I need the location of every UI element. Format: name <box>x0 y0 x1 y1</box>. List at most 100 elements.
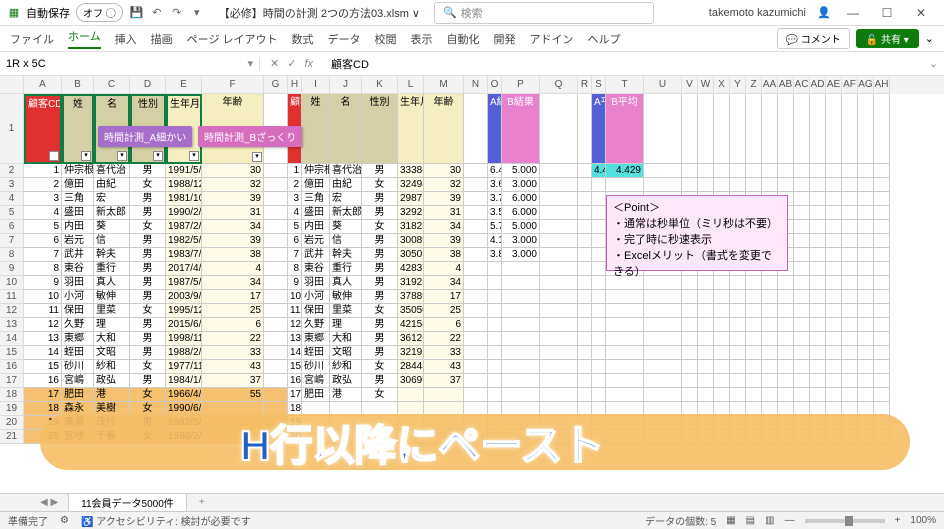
col-header[interactable]: AH <box>874 76 890 94</box>
data-cell[interactable] <box>858 234 874 248</box>
fx-icon[interactable]: fx <box>304 58 313 70</box>
data-cell[interactable]: 信 <box>94 234 130 248</box>
data-cell[interactable] <box>826 178 842 192</box>
data-cell[interactable] <box>810 290 826 304</box>
data-cell[interactable]: 31925 <box>398 276 424 290</box>
data-cell[interactable] <box>874 318 890 332</box>
data-cell[interactable]: 30 <box>202 164 264 178</box>
data-cell[interactable] <box>826 206 842 220</box>
data-cell[interactable] <box>874 192 890 206</box>
data-cell[interactable] <box>540 262 578 276</box>
col-header[interactable]: X <box>714 76 730 94</box>
data-cell[interactable] <box>578 290 592 304</box>
data-cell[interactable] <box>826 374 842 388</box>
data-cell[interactable]: 1 <box>24 164 62 178</box>
data-cell[interactable]: 32 <box>202 178 264 192</box>
data-cell[interactable] <box>592 332 606 346</box>
data-cell[interactable] <box>746 164 762 178</box>
data-cell[interactable] <box>682 388 698 402</box>
data-cell[interactable]: 男 <box>130 346 166 360</box>
data-cell[interactable] <box>698 318 714 332</box>
data-cell[interactable]: 東郷 <box>302 332 330 346</box>
data-cell[interactable]: 16 <box>24 374 62 388</box>
data-cell[interactable]: 34 <box>202 220 264 234</box>
data-cell[interactable] <box>578 360 592 374</box>
macro-button-b[interactable]: 時間計測_Bざっくり <box>198 126 302 147</box>
data-cell[interactable] <box>810 346 826 360</box>
data-cell[interactable] <box>264 164 288 178</box>
data-cell[interactable] <box>842 248 858 262</box>
data-cell[interactable]: 13 <box>24 332 62 346</box>
col-header[interactable]: O <box>488 76 502 94</box>
data-cell[interactable]: 37 <box>202 374 264 388</box>
data-cell[interactable]: 18 <box>24 402 62 416</box>
data-cell[interactable]: 6.000 <box>502 206 540 220</box>
data-cell[interactable] <box>842 220 858 234</box>
data-cell[interactable] <box>578 220 592 234</box>
data-cell[interactable] <box>592 360 606 374</box>
data-cell[interactable]: 6 <box>24 234 62 248</box>
data-cell[interactable] <box>810 178 826 192</box>
data-cell[interactable] <box>592 290 606 304</box>
col-header[interactable]: W <box>698 76 714 94</box>
data-cell[interactable]: 12 <box>288 318 302 332</box>
data-cell[interactable] <box>794 360 810 374</box>
data-cell[interactable] <box>464 206 488 220</box>
data-cell[interactable]: 男 <box>130 276 166 290</box>
data-cell[interactable]: 1990/2/17 <box>166 206 202 220</box>
data-cell[interactable] <box>464 192 488 206</box>
data-cell[interactable]: 岩元 <box>302 234 330 248</box>
data-cell[interactable] <box>578 164 592 178</box>
data-cell[interactable] <box>502 374 540 388</box>
data-cell[interactable] <box>842 164 858 178</box>
data-cell[interactable] <box>858 220 874 234</box>
data-cell[interactable] <box>842 304 858 318</box>
expand-formula-icon[interactable]: ⌄ <box>923 57 944 70</box>
data-cell[interactable] <box>714 374 730 388</box>
tab-help[interactable]: ヘルプ <box>588 31 621 47</box>
data-cell[interactable]: 38 <box>202 248 264 262</box>
data-cell[interactable] <box>794 388 810 402</box>
data-cell[interactable] <box>730 374 746 388</box>
data-cell[interactable]: 34 <box>202 276 264 290</box>
data-cell[interactable]: 港 <box>330 388 362 402</box>
data-cell[interactable] <box>794 248 810 262</box>
data-cell[interactable]: 22 <box>202 332 264 346</box>
data-cell[interactable] <box>810 248 826 262</box>
data-cell[interactable] <box>502 360 540 374</box>
data-cell[interactable] <box>540 304 578 318</box>
tab-review[interactable]: 校閲 <box>375 31 397 47</box>
data-cell[interactable] <box>264 346 288 360</box>
filename[interactable]: 【必修】時間の計測 2つの方法03.xlsm ∨ <box>219 5 420 21</box>
data-cell[interactable] <box>794 234 810 248</box>
data-cell[interactable] <box>842 192 858 206</box>
filter-icon[interactable]: ▾ <box>49 151 59 161</box>
data-cell[interactable] <box>464 276 488 290</box>
data-cell[interactable] <box>578 388 592 402</box>
data-cell[interactable]: 4 <box>202 262 264 276</box>
data-cell[interactable] <box>488 262 502 276</box>
data-cell[interactable]: 肥田 <box>62 388 94 402</box>
col-header[interactable]: F <box>202 76 264 94</box>
col-header[interactable]: U <box>644 76 682 94</box>
data-cell[interactable]: 10 <box>24 290 62 304</box>
data-cell[interactable] <box>540 374 578 388</box>
redo-icon[interactable]: ↷ <box>169 5 185 21</box>
data-cell[interactable]: 宏 <box>94 192 130 206</box>
data-cell[interactable] <box>714 290 730 304</box>
data-cell[interactable] <box>606 290 644 304</box>
data-cell[interactable] <box>698 164 714 178</box>
data-cell[interactable] <box>264 290 288 304</box>
col-header[interactable]: C <box>94 76 130 94</box>
data-cell[interactable] <box>540 332 578 346</box>
data-cell[interactable]: 男 <box>130 318 166 332</box>
data-cell[interactable]: 16 <box>288 374 302 388</box>
data-cell[interactable]: 33 <box>424 346 464 360</box>
data-cell[interactable] <box>842 346 858 360</box>
data-cell[interactable]: 9 <box>24 276 62 290</box>
data-cell[interactable] <box>502 318 540 332</box>
data-cell[interactable]: 宮嶋 <box>302 374 330 388</box>
data-cell[interactable] <box>858 304 874 318</box>
data-cell[interactable] <box>578 192 592 206</box>
data-cell[interactable]: 男 <box>130 234 166 248</box>
